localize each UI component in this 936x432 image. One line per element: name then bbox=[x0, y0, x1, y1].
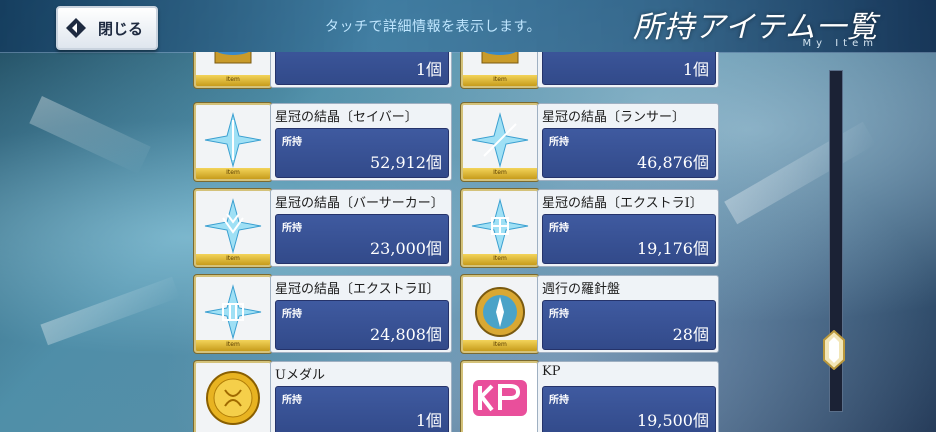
item-icon: Item bbox=[194, 103, 272, 181]
owned-label: 所持 bbox=[549, 223, 569, 234]
quantity-panel: 1個 bbox=[275, 52, 449, 85]
kp-icon bbox=[473, 380, 527, 416]
extra2-crystal-icon bbox=[204, 284, 262, 340]
item-icon: Item bbox=[461, 52, 539, 88]
scrollbar-thumb[interactable] bbox=[822, 329, 846, 371]
item-card[interactable]: Uメダル 所持 1個 bbox=[194, 361, 452, 432]
item-name: 星冠の結晶〔バーサーカー〕 bbox=[275, 196, 444, 211]
quantity-panel: 所持 19,176個 bbox=[542, 214, 716, 264]
item-icon: Item bbox=[461, 103, 539, 181]
lancer-crystal-icon bbox=[471, 112, 529, 168]
quantity-panel: 所持 46,876個 bbox=[542, 128, 716, 178]
saber-crystal-icon bbox=[204, 112, 262, 168]
item-card[interactable]: Item 星冠の結晶〔ランサー〕 所持 46,876個 bbox=[461, 103, 719, 181]
item-card[interactable]: KP 所持 19,500個 bbox=[461, 361, 719, 432]
extra1-crystal-icon bbox=[471, 198, 529, 254]
owned-label: 所持 bbox=[282, 395, 302, 406]
item-name: 星冠の結晶〔エクストラⅠ〕 bbox=[542, 196, 703, 211]
item-card[interactable]: Item 星冠の結晶〔セイバー〕 所持 52,912個 bbox=[194, 103, 452, 181]
owned-label: 所持 bbox=[549, 395, 569, 406]
quantity-panel: 所持 19,500個 bbox=[542, 386, 716, 432]
item-quantity: 19,500個 bbox=[637, 411, 709, 430]
compass-icon bbox=[475, 287, 525, 337]
owned-label: 所持 bbox=[549, 137, 569, 148]
header-bar: 閉じる タッチで詳細情報を表示します。 所持アイテム一覧 My Item bbox=[0, 0, 936, 53]
item-card[interactable]: Item 星冠の結晶〔バーサーカー〕 所持 23,000個 bbox=[194, 189, 452, 267]
page-subtitle: My Item bbox=[802, 38, 878, 49]
gold-pedestal-icon bbox=[214, 52, 252, 64]
item-card[interactable]: Item 1個 bbox=[461, 52, 719, 88]
item-list[interactable]: Item 1個 Item 1個 Item 星冠の結晶〔セイバー〕 所持 52,9… bbox=[0, 52, 936, 432]
item-card[interactable]: Item 星冠の結晶〔エクストラⅡ〕 所持 24,808個 bbox=[194, 275, 452, 353]
item-icon: Item bbox=[194, 275, 272, 353]
back-arrow-icon bbox=[62, 14, 90, 42]
item-name: 星冠の結晶〔セイバー〕 bbox=[275, 110, 418, 125]
owned-label: 所持 bbox=[282, 137, 302, 148]
item-quantity: 52,912個 bbox=[370, 153, 442, 172]
owned-label: 所持 bbox=[282, 309, 302, 320]
quantity-panel: 所持 28個 bbox=[542, 300, 716, 350]
item-quantity: 1個 bbox=[682, 60, 709, 79]
berserker-crystal-icon bbox=[204, 198, 262, 254]
item-icon: Item bbox=[194, 189, 272, 267]
item-quantity: 28個 bbox=[672, 325, 709, 344]
item-quantity: 1個 bbox=[415, 411, 442, 430]
item-name: 星冠の結晶〔ランサー〕 bbox=[542, 110, 686, 125]
owned-label: 所持 bbox=[549, 309, 569, 320]
close-button[interactable]: 閉じる bbox=[56, 6, 158, 50]
item-icon: Item bbox=[461, 189, 539, 267]
owned-label: 所持 bbox=[282, 223, 302, 234]
gold-pedestal-icon bbox=[481, 52, 519, 64]
item-name: 週行の羅針盤 bbox=[542, 282, 621, 297]
item-card[interactable]: Item 星冠の結晶〔エクストラⅠ〕 所持 19,176個 bbox=[461, 189, 719, 267]
item-quantity: 24,808個 bbox=[370, 325, 442, 344]
item-name: KP bbox=[542, 364, 561, 379]
item-quantity: 23,000個 bbox=[370, 239, 442, 258]
item-name: 星冠の結晶〔エクストラⅡ〕 bbox=[275, 282, 440, 297]
item-quantity: 1個 bbox=[415, 60, 442, 79]
item-quantity: 46,876個 bbox=[637, 153, 709, 172]
quantity-panel: 所持 23,000個 bbox=[275, 214, 449, 264]
quantity-panel: 1個 bbox=[542, 52, 716, 85]
item-card[interactable]: Item 週行の羅針盤 所持 28個 bbox=[461, 275, 719, 353]
item-icon bbox=[194, 361, 272, 432]
quantity-panel: 所持 1個 bbox=[275, 386, 449, 432]
quantity-panel: 所持 24,808個 bbox=[275, 300, 449, 350]
item-icon: Item bbox=[461, 275, 539, 353]
tap-hint-text: タッチで詳細情報を表示します。 bbox=[325, 19, 542, 35]
gold-medal-icon bbox=[206, 371, 260, 425]
close-button-label: 閉じる bbox=[98, 19, 144, 38]
item-quantity: 19,176個 bbox=[637, 239, 709, 258]
item-icon: Item bbox=[194, 52, 272, 88]
item-card[interactable]: Item 1個 bbox=[194, 52, 452, 88]
item-icon bbox=[461, 361, 539, 432]
quantity-panel: 所持 52,912個 bbox=[275, 128, 449, 178]
item-name: Uメダル bbox=[275, 368, 325, 383]
